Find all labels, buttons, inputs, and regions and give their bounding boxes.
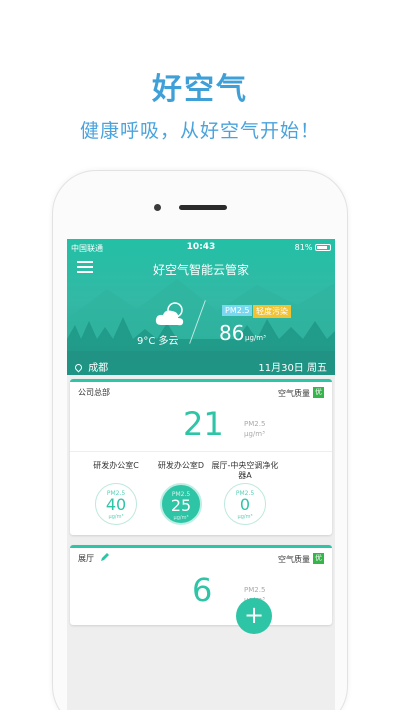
site-card-hq[interactable]: 公司总部 空气质量 优 21 PM2.5 μg/m³ 研发办公室C PM2.5 …: [70, 379, 332, 535]
mountain-background: [67, 279, 335, 375]
camera-dot: [154, 204, 161, 211]
room-item[interactable]: 研发办公室D PM2.5 25 μg/m³: [146, 461, 216, 525]
room-pm-ring: PM2.5 0 μg/m³: [224, 483, 266, 525]
room-pm-unit: μg/m³: [108, 514, 124, 520]
battery-icon: [315, 244, 331, 251]
site-card-showroom[interactable]: 展厅 空气质量 优 6 PM2.5 μg/m³: [70, 545, 332, 625]
app-title: 好空气智能云管家: [152, 263, 249, 277]
partly-cloudy-icon: [155, 302, 184, 326]
room-pm-ring: PM2.5 25 μg/m³: [160, 483, 202, 525]
add-button[interactable]: +: [236, 598, 272, 634]
room-pm-unit: μg/m³: [237, 514, 253, 520]
weather-condition: 多云: [158, 336, 179, 347]
site-pm-label: PM2.5: [244, 420, 266, 428]
outdoor-pm-unit: μg/m³: [245, 334, 266, 342]
card-accent-bar: [70, 379, 332, 382]
room-pm-unit: μg/m³: [173, 515, 189, 521]
room-name: 研发办公室C: [93, 461, 139, 470]
site-name: 展厅: [78, 554, 94, 563]
air-quality-badge: 优: [313, 387, 324, 398]
room-item[interactable]: 研发办公室C PM2.5 40 μg/m³: [81, 461, 151, 525]
room-name: 研发办公室D: [157, 461, 205, 470]
site-pm-value: 21: [183, 405, 224, 443]
pm-tag: PM2.5: [222, 305, 253, 316]
air-quality-label: 空气质量: [278, 389, 310, 398]
battery-percent: 81%: [294, 243, 313, 252]
speaker-grille: [179, 205, 227, 210]
site-name: 公司总部: [78, 388, 110, 397]
date-label: 11月30日 周五: [258, 363, 327, 374]
location-pin-icon: [73, 362, 84, 373]
room-item[interactable]: 展厅-中央空调净化器A PM2.5 0 μg/m³: [210, 461, 280, 525]
card-accent-bar: [70, 545, 332, 548]
site-pm-unit: μg/m³: [244, 430, 265, 438]
air-quality-label: 空气质量: [278, 555, 310, 564]
location-label: 成都: [88, 363, 109, 374]
air-quality-badge: 优: [313, 553, 324, 564]
battery-indicator: 81%: [295, 243, 331, 252]
room-pm-value: 40: [105, 495, 127, 514]
edit-icon[interactable]: [100, 552, 110, 562]
temperature-condition: 9°C 多云: [137, 332, 179, 347]
promo-title: 好空气: [152, 72, 248, 107]
room-pm-ring: PM2.5 40 μg/m³: [95, 483, 137, 525]
promo-subtitle: 健康呼吸，从好空气开始！: [79, 120, 320, 142]
weather-header: 中国联通 10:43 81% 好空气智能云管家 9°C 多云 PM2.5 轻度污…: [67, 239, 335, 375]
outdoor-pm-value: 86: [219, 321, 245, 345]
temperature: 9°C: [137, 336, 156, 347]
status-bar: 中国联通 10:43 81%: [67, 241, 335, 255]
room-pm-value: 25: [170, 496, 192, 515]
room-name: 展厅-中央空调净化器A: [211, 461, 279, 480]
promo-page: 好空气 健康呼吸，从好空气开始！ 中国联通 10:43 81% 好空气智能云管家…: [0, 0, 400, 710]
site-pm-value: 6: [192, 571, 213, 609]
site-pm-meta: PM2.5 μg/m³: [244, 419, 265, 439]
location[interactable]: 成都: [73, 359, 109, 374]
app-screen: 中国联通 10:43 81% 好空气智能云管家 9°C 多云 PM2.5 轻度污…: [67, 239, 335, 710]
phone-frame: 中国联通 10:43 81% 好空气智能云管家 9°C 多云 PM2.5 轻度污…: [52, 170, 348, 710]
pollution-level-badge: 轻度污染: [253, 305, 291, 318]
room-pm-value: 0: [239, 495, 251, 514]
site-pm-label: PM2.5: [244, 586, 266, 594]
card-divider: [70, 451, 332, 452]
